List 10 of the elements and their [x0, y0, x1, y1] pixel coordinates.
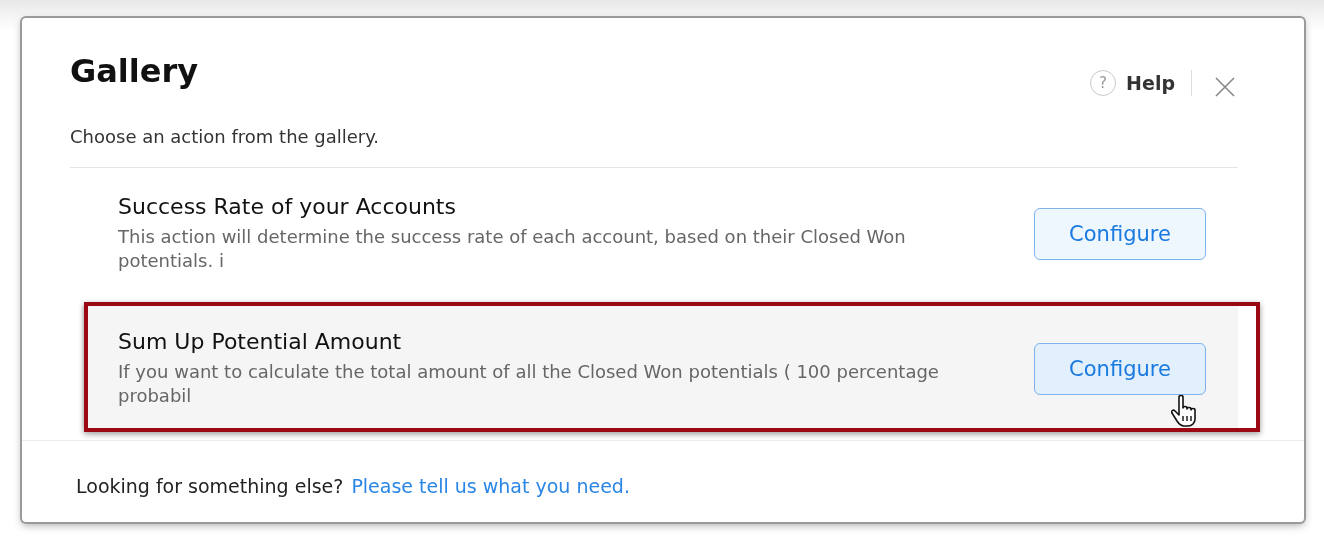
configure-button[interactable]: Configure	[1034, 207, 1206, 260]
dialog-title: Gallery	[70, 52, 200, 90]
feedback-link[interactable]: Please tell us what you need.	[351, 475, 630, 522]
action-description: This action will determine the success rate of each account, based on their Closed Won potentials. i	[118, 225, 907, 273]
dialog-subtitle: Choose an action from the gallery.	[70, 126, 381, 147]
footer-text: Looking for something else?	[76, 475, 344, 499]
action-title: Success Rate of your Accounts	[118, 194, 457, 219]
action-description: If you want to calculate the total amount of all the Closed Won potentials ( 100 percentage probabil	[118, 360, 940, 408]
help-link[interactable]: Help	[1126, 72, 1175, 94]
action-title: Sum Up Potential Amount	[118, 329, 403, 354]
